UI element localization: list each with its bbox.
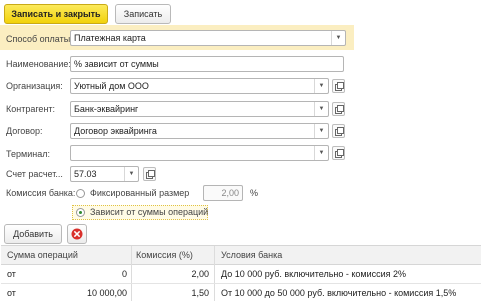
open-counterparty-button[interactable]	[332, 102, 345, 116]
contract-select[interactable]: Договор эквайринга ▼	[70, 123, 329, 139]
open-link-icon	[335, 105, 344, 114]
open-contract-button[interactable]	[332, 124, 345, 138]
row-conditions: До 10 000 руб. включительно - комиссия 2…	[221, 269, 407, 279]
contract-label: Договор:	[6, 126, 43, 136]
name-value: % зависит от суммы	[74, 59, 159, 69]
counterparty-select[interactable]: Банк-эквайринг ▼	[70, 101, 329, 117]
open-organization-button[interactable]	[332, 79, 345, 93]
account-label: Счет расчет...	[6, 169, 63, 179]
counterparty-label: Контрагент:	[6, 104, 56, 114]
row-commission: 2,00	[191, 269, 209, 279]
open-link-icon	[335, 82, 344, 91]
organization-label: Организация:	[6, 81, 63, 91]
add-row-button[interactable]: Добавить	[4, 224, 62, 244]
add-row-label: Добавить	[13, 229, 53, 239]
delete-row-button[interactable]	[67, 224, 87, 244]
organization-value: Уютный дом ООО	[74, 81, 149, 91]
commission-depends-label: Зависит от суммы операций	[90, 207, 209, 217]
open-terminal-button[interactable]	[332, 146, 345, 160]
terminal-select[interactable]: ▼	[70, 145, 329, 161]
commission-fixed-value: 2,00	[221, 188, 239, 198]
column-header-amount[interactable]: Сумма операций	[7, 246, 78, 264]
payment-method-label: Способ оплаты:	[6, 34, 73, 44]
commission-fixed-radio[interactable]	[76, 189, 85, 198]
organization-select[interactable]: Уютный дом ООО ▼	[70, 78, 329, 94]
delete-icon	[71, 228, 83, 240]
counterparty-value: Банк-эквайринг	[74, 104, 139, 114]
open-link-icon	[335, 127, 344, 136]
save-button[interactable]: Записать	[115, 4, 171, 24]
column-header-commission[interactable]: Комиссия (%)	[136, 246, 193, 264]
account-select[interactable]: 57.03 ▼	[70, 166, 139, 182]
column-header-conditions[interactable]: Условия банка	[221, 246, 282, 264]
open-link-icon	[146, 170, 155, 179]
dropdown-arrow-icon[interactable]: ▼	[314, 124, 328, 138]
row-commission: 1,50	[191, 288, 209, 298]
commission-fixed-label: Фиксированный размер	[90, 188, 190, 198]
account-value: 57.03	[74, 169, 97, 179]
save-and-close-button[interactable]: Записать и закрыть	[4, 4, 108, 24]
dropdown-arrow-icon[interactable]: ▼	[331, 31, 345, 45]
name-input[interactable]: % зависит от суммы	[70, 56, 344, 72]
commission-depends-radio[interactable]	[76, 208, 85, 217]
row-prefix: от	[7, 269, 16, 279]
row-amount: 0	[121, 269, 127, 279]
terminal-label: Терминал:	[6, 149, 50, 159]
commission-label: Комиссия банка:	[6, 188, 76, 198]
dropdown-arrow-icon[interactable]: ▼	[124, 167, 138, 181]
payment-method-value: Платежная карта	[74, 33, 146, 43]
row-prefix: от	[7, 288, 16, 298]
open-link-icon	[335, 149, 344, 158]
payment-method-select[interactable]: Платежная карта ▼	[70, 30, 346, 46]
percent-sign: %	[250, 188, 259, 198]
row-conditions: От 10 000 до 50 000 руб. включительно - …	[221, 288, 457, 298]
dropdown-arrow-icon[interactable]: ▼	[314, 79, 328, 93]
row-amount: 10 000,00	[86, 288, 127, 298]
name-label: Наименование:	[6, 59, 71, 69]
save-and-close-label: Записать и закрыть	[11, 9, 101, 19]
save-label: Записать	[123, 9, 163, 19]
contract-value: Договор эквайринга	[74, 126, 157, 136]
dropdown-arrow-icon[interactable]: ▼	[314, 102, 328, 116]
open-account-button[interactable]	[143, 167, 156, 181]
table-row[interactable]: от 0 2,00 До 10 000 руб. включительно - …	[1, 265, 481, 283]
commission-fixed-input[interactable]: 2,00	[203, 185, 243, 201]
dropdown-arrow-icon[interactable]: ▼	[314, 146, 328, 160]
table-row[interactable]: от 10 000,00 1,50 От 10 000 до 50 000 ру…	[1, 284, 481, 302]
